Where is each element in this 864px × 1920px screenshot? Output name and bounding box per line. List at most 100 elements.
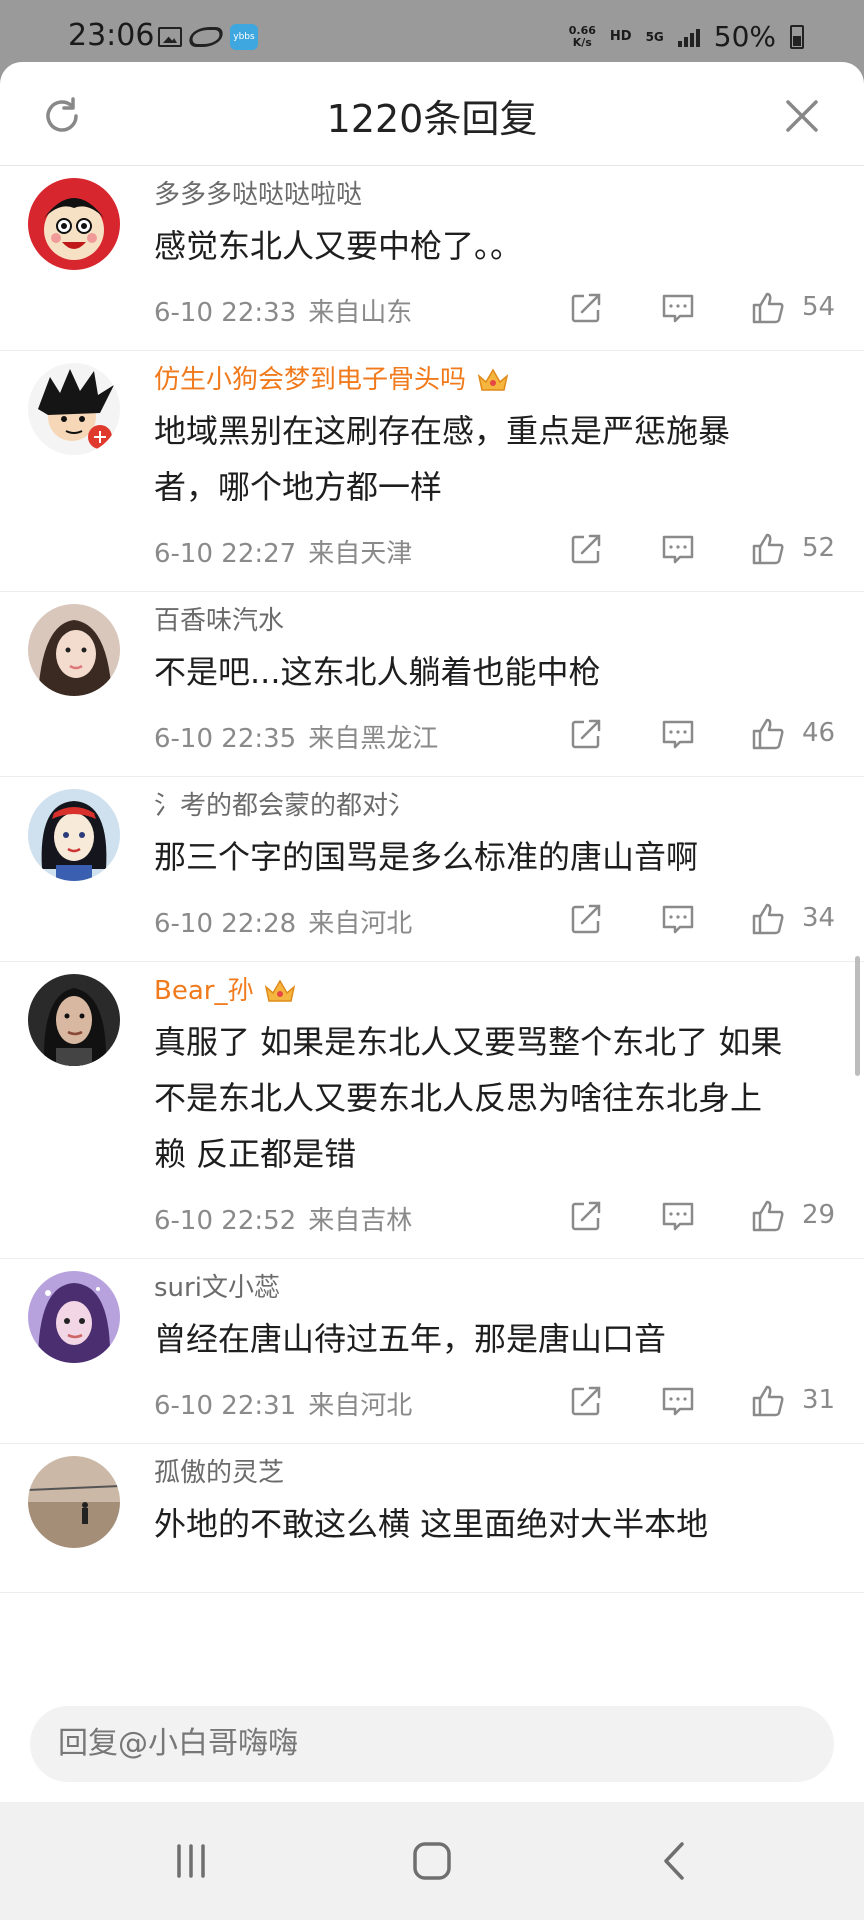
comment-item[interactable]: 多多多哒哒哒啦哒 感觉东北人又要中枪了。。 6-10 22:33 来自山东 54 xyxy=(0,166,864,351)
replies-sheet: 1220条回复 多多多哒哒哒啦哒 感觉东北人又要中枪了。。 6-10 22:33 来自… xyxy=(0,62,864,1802)
comment-meta: 6-10 22:52 来自吉林 29 xyxy=(154,1182,836,1258)
comment-date: 6-10 22:35 xyxy=(154,724,297,754)
comment-text: 真服了 如果是东北人又要骂整个东北了 如果 不是东北人又要东北人反思为啥往东北身上… xyxy=(154,1014,834,1182)
comment-meta: 6-10 22:28 来自河北 34 xyxy=(154,885,836,961)
like-count: 31 xyxy=(802,1385,836,1415)
comment-author[interactable]: 多多多哒哒哒啦哒 xyxy=(154,178,362,212)
avatar[interactable] xyxy=(28,789,120,881)
comment-location: 来自吉林 xyxy=(308,1206,413,1236)
battery-icon xyxy=(790,24,804,49)
like-icon[interactable] xyxy=(750,901,786,937)
reply-input[interactable]: 回复@小白哥嗨嗨 xyxy=(30,1706,834,1782)
battery-percentage: 50% xyxy=(713,20,776,53)
comment-text-line: 地域黑别在这刷存在感，重点是严惩施暴 xyxy=(154,412,731,450)
signal-icon xyxy=(677,27,700,47)
avatar[interactable] xyxy=(28,974,120,1066)
avatar[interactable] xyxy=(28,178,120,270)
comment-author[interactable]: 百香味汽水 xyxy=(154,604,284,638)
comment-text-line: 不是吧...这东北人躺着也能中枪 xyxy=(154,653,601,691)
like-icon[interactable] xyxy=(750,1198,786,1234)
avatar[interactable] xyxy=(28,1456,120,1548)
comment-icon[interactable] xyxy=(660,1383,696,1419)
scrollbar[interactable] xyxy=(855,956,860,1076)
comment-author[interactable]: Bear_孙 xyxy=(154,974,253,1008)
status-bar: 23:06 ybbs 0.66 K/s HD 5G 50% xyxy=(0,0,864,62)
comment-meta: 6-10 22:35 来自黑龙江 46 xyxy=(154,700,836,776)
share-icon[interactable] xyxy=(568,531,604,567)
recent-apps-icon[interactable] xyxy=(166,1836,216,1886)
comment-item[interactable]: 仿生小狗会梦到电子骨头吗地域黑别在这刷存在感，重点是严惩施暴 者，哪个地方都一样 6… xyxy=(0,351,864,592)
comment-author[interactable]: 氵考的都会蒙的都对氵 xyxy=(154,789,414,823)
comment-text-line: 真服了 如果是东北人又要骂整个东北了 如果 xyxy=(154,1023,783,1061)
network-type: 5G xyxy=(645,29,664,44)
sheet-header: 1220条回复 xyxy=(0,62,864,166)
network-speed: 0.66 K/s xyxy=(568,23,596,49)
comment-author[interactable]: suri文小蕊 xyxy=(154,1271,280,1305)
comment-date: 6-10 22:52 xyxy=(154,1206,297,1236)
share-icon[interactable] xyxy=(568,1198,604,1234)
comment-meta: 6-10 22:27 来自天津 52 xyxy=(154,515,835,591)
like-icon[interactable] xyxy=(750,531,786,567)
comment-text: 感觉东北人又要中枪了。。 xyxy=(154,218,834,274)
status-time: 23:06 xyxy=(68,18,155,53)
close-icon[interactable] xyxy=(780,94,824,138)
comment-location: 来自山东 xyxy=(308,298,413,328)
comment-text-line: 感觉东北人又要中枪了。。 xyxy=(154,227,523,265)
comment-text-line: 外地的不敢这么横 这里面绝对大半本地 xyxy=(154,1505,709,1543)
comment-text-line: 赖 反正都是错 xyxy=(154,1135,357,1173)
comment-icon[interactable] xyxy=(660,290,696,326)
comment-author[interactable]: 孤傲的灵芝 xyxy=(154,1456,284,1490)
page-title: 1220条回复 xyxy=(326,97,538,141)
share-icon[interactable] xyxy=(568,290,604,326)
share-icon[interactable] xyxy=(568,1383,604,1419)
back-icon[interactable] xyxy=(650,1836,700,1886)
home-icon[interactable] xyxy=(407,1836,457,1886)
like-count: 34 xyxy=(802,903,836,933)
share-icon[interactable] xyxy=(568,716,604,752)
comment-text: 地域黑别在这刷存在感，重点是严惩施暴 者，哪个地方都一样 xyxy=(154,403,834,515)
comment-icon[interactable] xyxy=(660,531,696,567)
hd-icon: HD xyxy=(609,29,632,44)
comment-date: 6-10 22:31 xyxy=(154,1391,297,1421)
like-icon[interactable] xyxy=(750,290,786,326)
comment-item[interactable]: 孤傲的灵芝外地的不敢这么横 这里面绝对大半本地 xyxy=(0,1444,864,1593)
comment-icon[interactable] xyxy=(660,901,696,937)
navigation-bar xyxy=(0,1802,864,1920)
like-count: 29 xyxy=(802,1200,836,1230)
comment-meta: 6-10 22:33 来自山东 54 xyxy=(154,274,836,350)
comment-text: 外地的不敢这么横 这里面绝对大半本地 xyxy=(154,1496,834,1552)
avatar[interactable] xyxy=(28,363,120,455)
like-icon[interactable] xyxy=(750,716,786,752)
comment-text: 那三个字的国骂是多么标准的唐山音啊 xyxy=(154,829,834,885)
avatar[interactable] xyxy=(28,604,120,696)
comment-item[interactable]: suri文小蕊曾经在唐山待过五年，那是唐山口音 6-10 22:31 来自河北 31 xyxy=(0,1259,864,1444)
comment-list[interactable]: 多多多哒哒哒啦哒 感觉东北人又要中枪了。。 6-10 22:33 来自山东 54 仿生小狗… xyxy=(0,166,864,1696)
comment-location: 来自河北 xyxy=(308,909,413,939)
comment-location: 来自天津 xyxy=(308,539,413,569)
comment-author[interactable]: 仿生小狗会梦到电子骨头吗 xyxy=(154,363,466,397)
comment-icon[interactable] xyxy=(660,716,696,752)
notification-icons: ybbs xyxy=(158,24,258,50)
comment-text-line: 不是东北人又要东北人反思为啥往东北身上 xyxy=(154,1079,763,1117)
gallery-icon xyxy=(158,27,182,47)
comment-date: 6-10 22:27 xyxy=(154,539,297,569)
comment-item[interactable]: 氵考的都会蒙的都对氵 那三个字的国骂是多么标准的唐山音啊 6-10 22:28 来自河… xyxy=(0,777,864,962)
vip-crown-icon xyxy=(265,979,296,1002)
avatar[interactable] xyxy=(28,1271,120,1363)
comment-text: 曾经在唐山待过五年，那是唐山口音 xyxy=(154,1311,834,1367)
share-icon[interactable] xyxy=(568,901,604,937)
reply-bar: 回复@小白哥嗨嗨 xyxy=(0,1696,864,1802)
comment-location: 来自黑龙江 xyxy=(308,724,439,754)
vip-crown-icon xyxy=(477,368,509,391)
comment-item[interactable]: Bear_孙真服了 如果是东北人又要骂整个东北了 如果 不是东北人又要东北人反思为… xyxy=(0,962,864,1259)
comment-item[interactable]: 百香味汽水不是吧...这东北人躺着也能中枪 6-10 22:35 来自黑龙江 46 xyxy=(0,592,864,777)
comment-icon[interactable] xyxy=(660,1198,696,1234)
comment-text-line: 曾经在唐山待过五年，那是唐山口音 xyxy=(154,1320,667,1358)
like-count: 54 xyxy=(802,292,836,322)
comment-text: 不是吧...这东北人躺着也能中枪 xyxy=(154,644,834,700)
app-notification-icon xyxy=(186,27,226,47)
like-count: 46 xyxy=(802,718,836,748)
like-icon[interactable] xyxy=(750,1383,786,1419)
comment-text-line: 那三个字的国骂是多么标准的唐山音啊 xyxy=(154,838,699,876)
comment-meta: 6-10 22:31 来自河北 31 xyxy=(154,1367,836,1443)
